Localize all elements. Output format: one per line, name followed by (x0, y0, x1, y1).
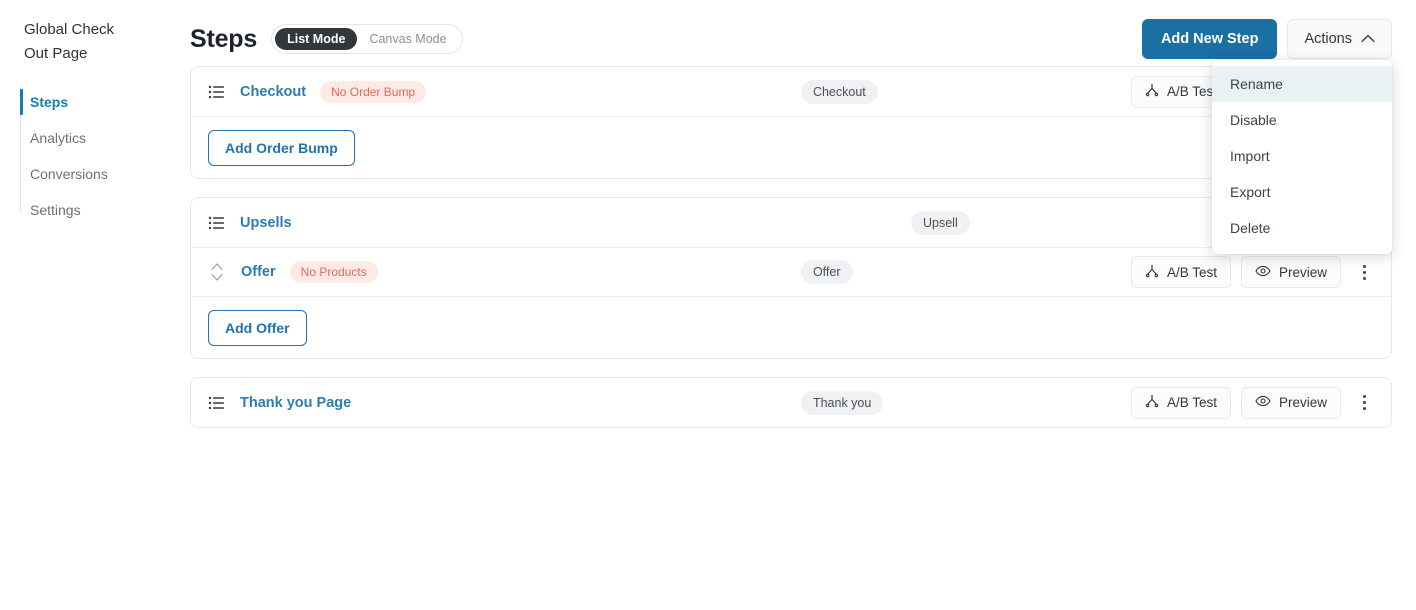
table-row[interactable]: Upsells Upsell (191, 198, 1391, 247)
page-header: Steps List Mode Canvas Mode Add New Step… (180, 0, 1416, 60)
preview-label: Preview (1278, 264, 1327, 280)
menu-item-rename[interactable]: Rename (1212, 66, 1392, 102)
step-card-thankyou: Thank you Page Thank you A/B Test Previe… (190, 377, 1392, 428)
sidebar-item-label: Steps (30, 94, 69, 110)
actions-button-label: Actions (1304, 31, 1352, 47)
step-type-badge: Checkout (800, 79, 878, 104)
step-type-badge: Upsell (910, 210, 970, 235)
menu-item-import[interactable]: Import (1212, 138, 1392, 174)
main-content: Steps List Mode Canvas Mode Add New Step… (180, 0, 1416, 610)
preview-label: Preview (1278, 395, 1327, 410)
step-type-slot: Checkout (800, 79, 1131, 104)
actions-button[interactable]: Actions (1287, 19, 1392, 59)
app-root: Global Check Out Page Steps Analytics Co… (0, 0, 1416, 610)
row-actions: A/B Test Preview (1130, 386, 1375, 419)
card-footer: Add Offer (191, 296, 1391, 358)
list-handle-icon[interactable] (208, 394, 226, 412)
sidebar: Global Check Out Page Steps Analytics Co… (0, 0, 180, 610)
menu-item-export[interactable]: Export (1212, 174, 1392, 210)
table-row[interactable]: Offer No Products Offer A/B Test Preview (191, 247, 1391, 296)
step-type-badge: Thank you (800, 390, 884, 415)
sidebar-nav: Steps Analytics Conversions Settings (0, 84, 180, 228)
preview-button[interactable]: Preview (1240, 386, 1341, 419)
active-accent-bar (20, 89, 23, 115)
step-type-badge: Offer (800, 260, 853, 284)
add-offer-button[interactable]: Add Offer (208, 309, 307, 346)
step-name-link[interactable]: Upsells (240, 215, 292, 231)
step-type-slot: Thank you (800, 390, 1131, 415)
step-name-link[interactable]: Offer (241, 264, 276, 280)
sidebar-item-label: Analytics (30, 130, 87, 146)
sidebar-item-steps[interactable]: Steps (0, 84, 180, 120)
sidebar-item-settings[interactable]: Settings (0, 192, 180, 228)
view-mode-toggle[interactable]: List Mode Canvas Mode (271, 24, 463, 54)
card-footer: Add Order Bump (191, 116, 1391, 178)
eye-icon (1255, 395, 1271, 410)
add-new-step-button[interactable]: Add New Step (1141, 19, 1278, 59)
ab-test-label: A/B Test (1166, 395, 1217, 410)
more-options-icon[interactable] (1353, 389, 1375, 417)
ab-test-button[interactable]: A/B Test (1130, 256, 1231, 288)
ab-split-icon (1145, 83, 1159, 100)
eye-icon (1255, 265, 1271, 280)
ab-split-icon (1145, 394, 1159, 411)
ab-test-button[interactable]: A/B Test (1130, 386, 1231, 419)
header-actions: Add New Step Actions (1141, 19, 1392, 59)
tab-list-mode[interactable]: List Mode (275, 28, 358, 50)
status-badge: No Products (289, 261, 378, 283)
step-type-slot: Upsell (910, 210, 1241, 235)
tab-canvas-mode[interactable]: Canvas Mode (357, 28, 458, 50)
status-badge: No Order Bump (320, 80, 427, 103)
sidebar-item-label: Settings (30, 202, 81, 218)
sidebar-item-label: Conversions (30, 166, 108, 182)
menu-item-disable[interactable]: Disable (1212, 102, 1392, 138)
actions-dropdown-menu: Rename Disable Import Export Delete (1212, 60, 1392, 254)
list-handle-icon[interactable] (208, 83, 226, 101)
step-name-link[interactable]: Thank you Page (240, 395, 351, 411)
row-actions: A/B Test Preview (1130, 256, 1375, 288)
step-name-link[interactable]: Checkout (240, 84, 306, 100)
chevron-up-icon (1361, 31, 1375, 47)
page-title: Steps (190, 24, 258, 53)
ab-test-label: A/B Test (1166, 84, 1217, 99)
add-order-bump-button[interactable]: Add Order Bump (208, 129, 355, 166)
menu-item-delete[interactable]: Delete (1212, 210, 1392, 246)
list-handle-icon[interactable] (208, 214, 226, 232)
sidebar-item-analytics[interactable]: Analytics (0, 120, 180, 156)
ab-test-label: A/B Test (1166, 264, 1217, 280)
preview-button[interactable]: Preview (1240, 256, 1341, 288)
ab-split-icon (1145, 264, 1159, 281)
table-row[interactable]: Checkout No Order Bump Checkout A/B Test (191, 67, 1391, 116)
sort-updown-icon[interactable] (209, 259, 225, 285)
step-type-slot: Offer (800, 260, 1131, 284)
table-row[interactable]: Thank you Page Thank you A/B Test Previe… (191, 378, 1391, 427)
sidebar-item-conversions[interactable]: Conversions (0, 156, 180, 192)
more-options-icon[interactable] (1353, 258, 1375, 286)
sidebar-title: Global Check Out Page (24, 21, 115, 62)
